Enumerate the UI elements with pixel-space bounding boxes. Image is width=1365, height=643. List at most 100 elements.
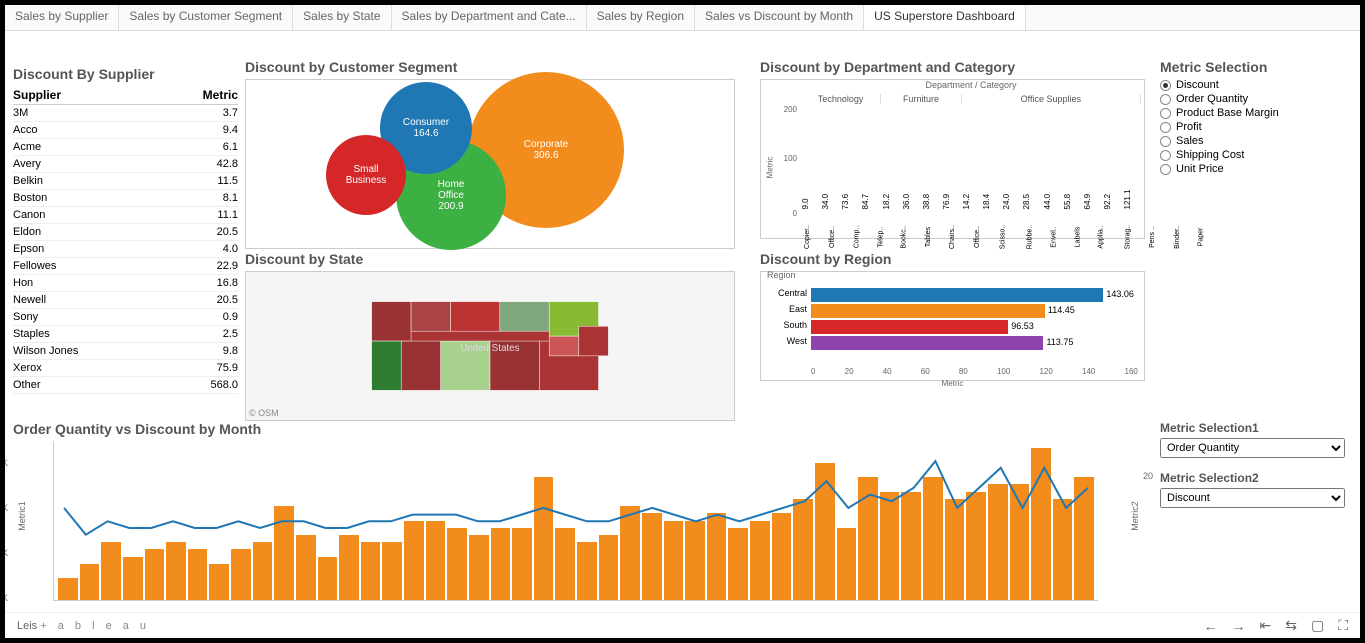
month-bar[interactable] (512, 528, 532, 600)
table-row[interactable]: Staples2.5 (13, 326, 238, 343)
month-bar[interactable] (58, 578, 78, 600)
table-row[interactable]: Canon11.1 (13, 207, 238, 224)
table-row[interactable]: Sony0.9 (13, 309, 238, 326)
month-bar[interactable] (296, 535, 316, 600)
month-bar[interactable] (1053, 499, 1073, 600)
present-icon[interactable]: ▢ (1311, 617, 1324, 634)
radio-discount[interactable]: Discount (1160, 79, 1345, 91)
radio-profit[interactable]: Profit (1160, 121, 1345, 133)
month-bar[interactable] (620, 506, 640, 600)
revert-icon[interactable]: ⇤ (1259, 617, 1271, 634)
month-bar[interactable] (707, 513, 727, 600)
fullscreen-icon[interactable]: ⛶ (1338, 617, 1348, 634)
metric2-select[interactable]: Discount (1160, 488, 1345, 508)
month-bar[interactable] (123, 557, 143, 600)
footer-toolbar: Leis + a b l e a u ← → ⇤ ⇆ ▢ ⛶ (5, 612, 1360, 638)
month-bar[interactable] (339, 535, 359, 600)
metric-selection: Metric Selection DiscountOrder QuantityP… (1160, 59, 1345, 177)
month-bar[interactable] (382, 542, 402, 600)
month-bar[interactable] (685, 521, 705, 601)
section-title: Discount By Supplier (13, 66, 238, 82)
radio-sales[interactable]: Sales (1160, 135, 1345, 147)
map-attribution: © OSM (249, 408, 279, 418)
radio-product-base-margin[interactable]: Product Base Margin (1160, 107, 1345, 119)
tab-4[interactable]: Sales by Region (587, 5, 695, 30)
tab-6[interactable]: US Superstore Dashboard (864, 5, 1026, 30)
region-bar[interactable]: South96.53 (811, 320, 1138, 334)
month-bar[interactable] (945, 499, 965, 600)
month-bar[interactable] (253, 542, 273, 600)
month-bar[interactable] (837, 528, 857, 600)
discount-by-segment: Discount by Customer Segment Corporate30… (245, 59, 735, 249)
month-bar[interactable] (188, 549, 208, 600)
table-row[interactable]: Other568.0 (13, 377, 238, 394)
month-bar[interactable] (1031, 448, 1051, 600)
month-bar[interactable] (793, 499, 813, 600)
month-bar[interactable] (274, 506, 294, 600)
month-bar[interactable] (772, 513, 792, 600)
tab-2[interactable]: Sales by State (293, 5, 391, 30)
table-row[interactable]: Wilson Jones9.8 (13, 343, 238, 360)
month-bar[interactable] (318, 557, 338, 600)
month-bar[interactable] (534, 477, 554, 600)
discount-by-dept-cat: Discount by Department and Category Depa… (760, 59, 1145, 239)
month-bar[interactable] (209, 564, 229, 600)
metric1-select[interactable]: Order Quantity (1160, 438, 1345, 458)
radio-order-quantity[interactable]: Order Quantity (1160, 93, 1345, 105)
tab-1[interactable]: Sales by Customer Segment (119, 5, 293, 30)
month-bar[interactable] (166, 542, 186, 600)
tab-5[interactable]: Sales vs Discount by Month (695, 5, 864, 30)
table-row[interactable]: 3M3.7 (13, 105, 238, 122)
month-bar[interactable] (1010, 484, 1030, 600)
month-bar[interactable] (728, 528, 748, 600)
table-row[interactable]: Xerox75.9 (13, 360, 238, 377)
share-icon[interactable]: ⇆ (1285, 617, 1297, 634)
month-bar[interactable] (577, 542, 597, 600)
month-bar[interactable] (404, 521, 424, 601)
region-bar[interactable]: East114.45 (811, 304, 1138, 318)
month-bar[interactable] (426, 521, 446, 601)
month-bar[interactable] (642, 513, 662, 600)
table-row[interactable]: Epson4.0 (13, 241, 238, 258)
month-bar[interactable] (988, 484, 1008, 600)
month-bar[interactable] (599, 535, 619, 600)
bubble-small-business[interactable]: SmallBusiness (326, 135, 406, 215)
us-map[interactable]: United States © OSM (245, 271, 735, 421)
month-bar[interactable] (491, 528, 511, 600)
table-row[interactable]: Acco9.4 (13, 122, 238, 139)
tab-3[interactable]: Sales by Department and Cate... (392, 5, 587, 30)
tab-0[interactable]: Sales by Supplier (5, 5, 119, 30)
region-bar[interactable]: Central143.06 (811, 288, 1138, 302)
month-bar[interactable] (361, 542, 381, 600)
month-bar[interactable] (101, 542, 121, 600)
table-row[interactable]: Newell20.5 (13, 292, 238, 309)
month-bar[interactable] (469, 535, 489, 600)
month-bar[interactable] (1074, 477, 1094, 600)
table-row[interactable]: Hon16.8 (13, 275, 238, 292)
table-row[interactable]: Boston8.1 (13, 190, 238, 207)
back-icon[interactable]: ← (1203, 618, 1217, 634)
month-bar[interactable] (858, 477, 878, 600)
region-bar[interactable]: West113.75 (811, 336, 1138, 350)
month-bar[interactable] (231, 549, 251, 600)
radio-unit-price[interactable]: Unit Price (1160, 163, 1345, 175)
month-bar[interactable] (664, 521, 684, 601)
month-bar[interactable] (880, 492, 900, 600)
table-row[interactable]: Belkin11.5 (13, 173, 238, 190)
discount-by-state: Discount by State United States © OSM (245, 251, 735, 421)
month-bar[interactable] (750, 521, 770, 601)
table-row[interactable]: Avery42.8 (13, 156, 238, 173)
month-bar[interactable] (145, 549, 165, 600)
table-row[interactable]: Eldon20.5 (13, 224, 238, 241)
radio-shipping-cost[interactable]: Shipping Cost (1160, 149, 1345, 161)
month-bar[interactable] (80, 564, 100, 600)
month-bar[interactable] (923, 477, 943, 600)
table-row[interactable]: Acme6.1 (13, 139, 238, 156)
table-row[interactable]: Fellowes22.9 (13, 258, 238, 275)
month-bar[interactable] (966, 492, 986, 600)
month-bar[interactable] (901, 492, 921, 600)
month-bar[interactable] (555, 528, 575, 600)
forward-icon[interactable]: → (1231, 618, 1245, 634)
month-bar[interactable] (815, 463, 835, 600)
month-bar[interactable] (447, 528, 467, 600)
